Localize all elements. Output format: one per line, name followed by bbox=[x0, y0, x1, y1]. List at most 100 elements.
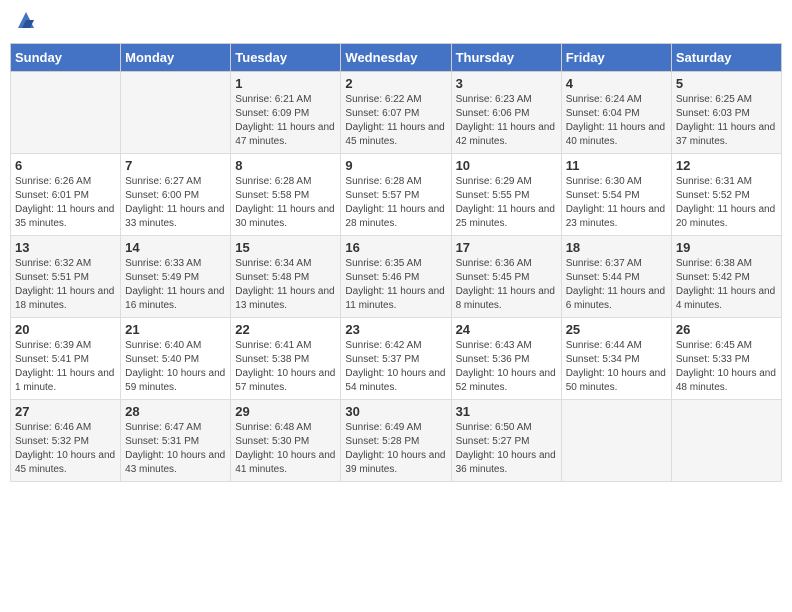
day-number: 31 bbox=[456, 404, 557, 419]
day-number: 19 bbox=[676, 240, 777, 255]
calendar-cell: 2Sunrise: 6:22 AM Sunset: 6:07 PM Daylig… bbox=[341, 72, 451, 154]
calendar-cell: 15 Sunrise: 6:34 AM Sunset: 5:48 PM Dayli… bbox=[231, 236, 341, 318]
day-number: 25 bbox=[566, 322, 667, 337]
day-header-sunday: Sunday bbox=[11, 44, 121, 72]
day-content: Sunrise: 6:48 AM Sunset: 5:30 PM Dayligh… bbox=[235, 421, 336, 477]
calendar-cell: 29 Sunrise: 6:48 AM Sunset: 5:30 PM Dayli… bbox=[231, 400, 341, 482]
calendar-cell: 10 Sunrise: 6:29 AM Sunset: 5:55 PM Dayli… bbox=[451, 154, 561, 236]
calendar-cell: 8 Sunrise: 6:28 AM Sunset: 5:58 PM Daylig… bbox=[231, 154, 341, 236]
calendar-cell: 6 Sunrise: 6:26 AM Sunset: 6:01 PM Daylig… bbox=[11, 154, 121, 236]
day-content: Sunrise: 6:44 AM Sunset: 5:34 PM Dayligh… bbox=[566, 339, 667, 395]
day-number: 6 bbox=[15, 158, 116, 173]
day-content: Sunrise: 6:38 AM Sunset: 5:42 PM Dayligh… bbox=[676, 257, 777, 313]
day-content: Sunrise: 6:34 AM Sunset: 5:48 PM Dayligh… bbox=[235, 257, 336, 313]
day-number: 23 bbox=[345, 322, 446, 337]
week-row-5: 27 Sunrise: 6:46 AM Sunset: 5:32 PM Dayli… bbox=[11, 400, 782, 482]
day-header-monday: Monday bbox=[121, 44, 231, 72]
calendar-cell bbox=[671, 400, 781, 482]
calendar-cell: 14 Sunrise: 6:33 AM Sunset: 5:49 PM Dayli… bbox=[121, 236, 231, 318]
day-content: Sunrise: 6:42 AM Sunset: 5:37 PM Dayligh… bbox=[345, 339, 446, 395]
day-number: 9 bbox=[345, 158, 446, 173]
day-number: 7 bbox=[125, 158, 226, 173]
day-number: 1 bbox=[235, 76, 336, 91]
day-number: 11 bbox=[566, 158, 667, 173]
day-content: Sunrise: 6:31 AM Sunset: 5:52 PM Dayligh… bbox=[676, 175, 777, 231]
calendar-table: SundayMondayTuesdayWednesdayThursdayFrid… bbox=[10, 43, 782, 482]
day-number: 30 bbox=[345, 404, 446, 419]
day-number: 17 bbox=[456, 240, 557, 255]
day-content: Sunrise: 6:26 AM Sunset: 6:01 PM Dayligh… bbox=[15, 175, 116, 231]
day-number: 20 bbox=[15, 322, 116, 337]
day-number: 24 bbox=[456, 322, 557, 337]
day-number: 10 bbox=[456, 158, 557, 173]
calendar-cell: 22 Sunrise: 6:41 AM Sunset: 5:38 PM Dayli… bbox=[231, 318, 341, 400]
day-content: Sunrise: 6:24 AM Sunset: 6:04 PM Dayligh… bbox=[566, 93, 667, 149]
day-header-tuesday: Tuesday bbox=[231, 44, 341, 72]
day-number: 2 bbox=[345, 76, 446, 91]
day-number: 22 bbox=[235, 322, 336, 337]
calendar-cell: 4 Sunrise: 6:24 AM Sunset: 6:04 PM Daylig… bbox=[561, 72, 671, 154]
calendar-cell: 30 Sunrise: 6:49 AM Sunset: 5:28 PM Dayli… bbox=[341, 400, 451, 482]
day-number: 18 bbox=[566, 240, 667, 255]
day-content: Sunrise: 6:50 AM Sunset: 5:27 PM Dayligh… bbox=[456, 421, 557, 477]
calendar-cell: 9 Sunrise: 6:28 AM Sunset: 5:57 PM Daylig… bbox=[341, 154, 451, 236]
calendar-cell: 18Sunrise: 6:37 AM Sunset: 5:44 PM Dayli… bbox=[561, 236, 671, 318]
calendar-cell: 11 Sunrise: 6:30 AM Sunset: 5:54 PM Dayli… bbox=[561, 154, 671, 236]
day-header-thursday: Thursday bbox=[451, 44, 561, 72]
calendar-cell: 5 Sunrise: 6:25 AM Sunset: 6:03 PM Daylig… bbox=[671, 72, 781, 154]
week-row-3: 13 Sunrise: 6:32 AM Sunset: 5:51 PM Dayli… bbox=[11, 236, 782, 318]
day-content: Sunrise: 6:21 AM Sunset: 6:09 PM Dayligh… bbox=[235, 93, 336, 149]
day-number: 21 bbox=[125, 322, 226, 337]
week-row-1: 1 Sunrise: 6:21 AM Sunset: 6:09 PM Daylig… bbox=[11, 72, 782, 154]
day-content: Sunrise: 6:28 AM Sunset: 5:58 PM Dayligh… bbox=[235, 175, 336, 231]
day-content: Sunrise: 6:32 AM Sunset: 5:51 PM Dayligh… bbox=[15, 257, 116, 313]
day-content: Sunrise: 6:23 AM Sunset: 6:06 PM Dayligh… bbox=[456, 93, 557, 149]
day-content: Sunrise: 6:46 AM Sunset: 5:32 PM Dayligh… bbox=[15, 421, 116, 477]
day-content: Sunrise: 6:25 AM Sunset: 6:03 PM Dayligh… bbox=[676, 93, 777, 149]
day-number: 27 bbox=[15, 404, 116, 419]
calendar-cell bbox=[561, 400, 671, 482]
day-number: 28 bbox=[125, 404, 226, 419]
calendar-cell: 28Sunrise: 6:47 AM Sunset: 5:31 PM Dayli… bbox=[121, 400, 231, 482]
day-content: Sunrise: 6:35 AM Sunset: 5:46 PM Dayligh… bbox=[345, 257, 446, 313]
day-content: Sunrise: 6:40 AM Sunset: 5:40 PM Dayligh… bbox=[125, 339, 226, 395]
calendar-cell: 23 Sunrise: 6:42 AM Sunset: 5:37 PM Dayli… bbox=[341, 318, 451, 400]
day-header-friday: Friday bbox=[561, 44, 671, 72]
calendar-cell bbox=[121, 72, 231, 154]
day-header-wednesday: Wednesday bbox=[341, 44, 451, 72]
logo-icon bbox=[16, 10, 36, 30]
day-number: 26 bbox=[676, 322, 777, 337]
calendar-cell: 21 Sunrise: 6:40 AM Sunset: 5:40 PM Dayli… bbox=[121, 318, 231, 400]
header-row: SundayMondayTuesdayWednesdayThursdayFrid… bbox=[11, 44, 782, 72]
day-content: Sunrise: 6:28 AM Sunset: 5:57 PM Dayligh… bbox=[345, 175, 446, 231]
day-content: Sunrise: 6:41 AM Sunset: 5:38 PM Dayligh… bbox=[235, 339, 336, 395]
day-number: 29 bbox=[235, 404, 336, 419]
calendar-cell: 25 Sunrise: 6:44 AM Sunset: 5:34 PM Dayli… bbox=[561, 318, 671, 400]
day-number: 8 bbox=[235, 158, 336, 173]
day-number: 5 bbox=[676, 76, 777, 91]
week-row-4: 20 Sunrise: 6:39 AM Sunset: 5:41 PM Dayli… bbox=[11, 318, 782, 400]
day-number: 13 bbox=[15, 240, 116, 255]
day-header-saturday: Saturday bbox=[671, 44, 781, 72]
calendar-cell: 3 Sunrise: 6:23 AM Sunset: 6:06 PM Daylig… bbox=[451, 72, 561, 154]
day-content: Sunrise: 6:29 AM Sunset: 5:55 PM Dayligh… bbox=[456, 175, 557, 231]
calendar-cell: 27 Sunrise: 6:46 AM Sunset: 5:32 PM Dayli… bbox=[11, 400, 121, 482]
calendar-cell bbox=[11, 72, 121, 154]
day-content: Sunrise: 6:39 AM Sunset: 5:41 PM Dayligh… bbox=[15, 339, 116, 395]
day-content: Sunrise: 6:30 AM Sunset: 5:54 PM Dayligh… bbox=[566, 175, 667, 231]
calendar-cell: 31 Sunrise: 6:50 AM Sunset: 5:27 PM Dayli… bbox=[451, 400, 561, 482]
day-content: Sunrise: 6:33 AM Sunset: 5:49 PM Dayligh… bbox=[125, 257, 226, 313]
day-number: 15 bbox=[235, 240, 336, 255]
calendar-cell: 26Sunrise: 6:45 AM Sunset: 5:33 PM Dayli… bbox=[671, 318, 781, 400]
day-number: 14 bbox=[125, 240, 226, 255]
day-number: 4 bbox=[566, 76, 667, 91]
calendar-cell: 20 Sunrise: 6:39 AM Sunset: 5:41 PM Dayli… bbox=[11, 318, 121, 400]
calendar-cell: 24 Sunrise: 6:43 AM Sunset: 5:36 PM Dayli… bbox=[451, 318, 561, 400]
day-number: 3 bbox=[456, 76, 557, 91]
calendar-cell: 12Sunrise: 6:31 AM Sunset: 5:52 PM Dayli… bbox=[671, 154, 781, 236]
day-content: Sunrise: 6:49 AM Sunset: 5:28 PM Dayligh… bbox=[345, 421, 446, 477]
day-content: Sunrise: 6:43 AM Sunset: 5:36 PM Dayligh… bbox=[456, 339, 557, 395]
page-header bbox=[10, 10, 782, 35]
calendar-cell: 1 Sunrise: 6:21 AM Sunset: 6:09 PM Daylig… bbox=[231, 72, 341, 154]
calendar-cell: 17Sunrise: 6:36 AM Sunset: 5:45 PM Dayli… bbox=[451, 236, 561, 318]
